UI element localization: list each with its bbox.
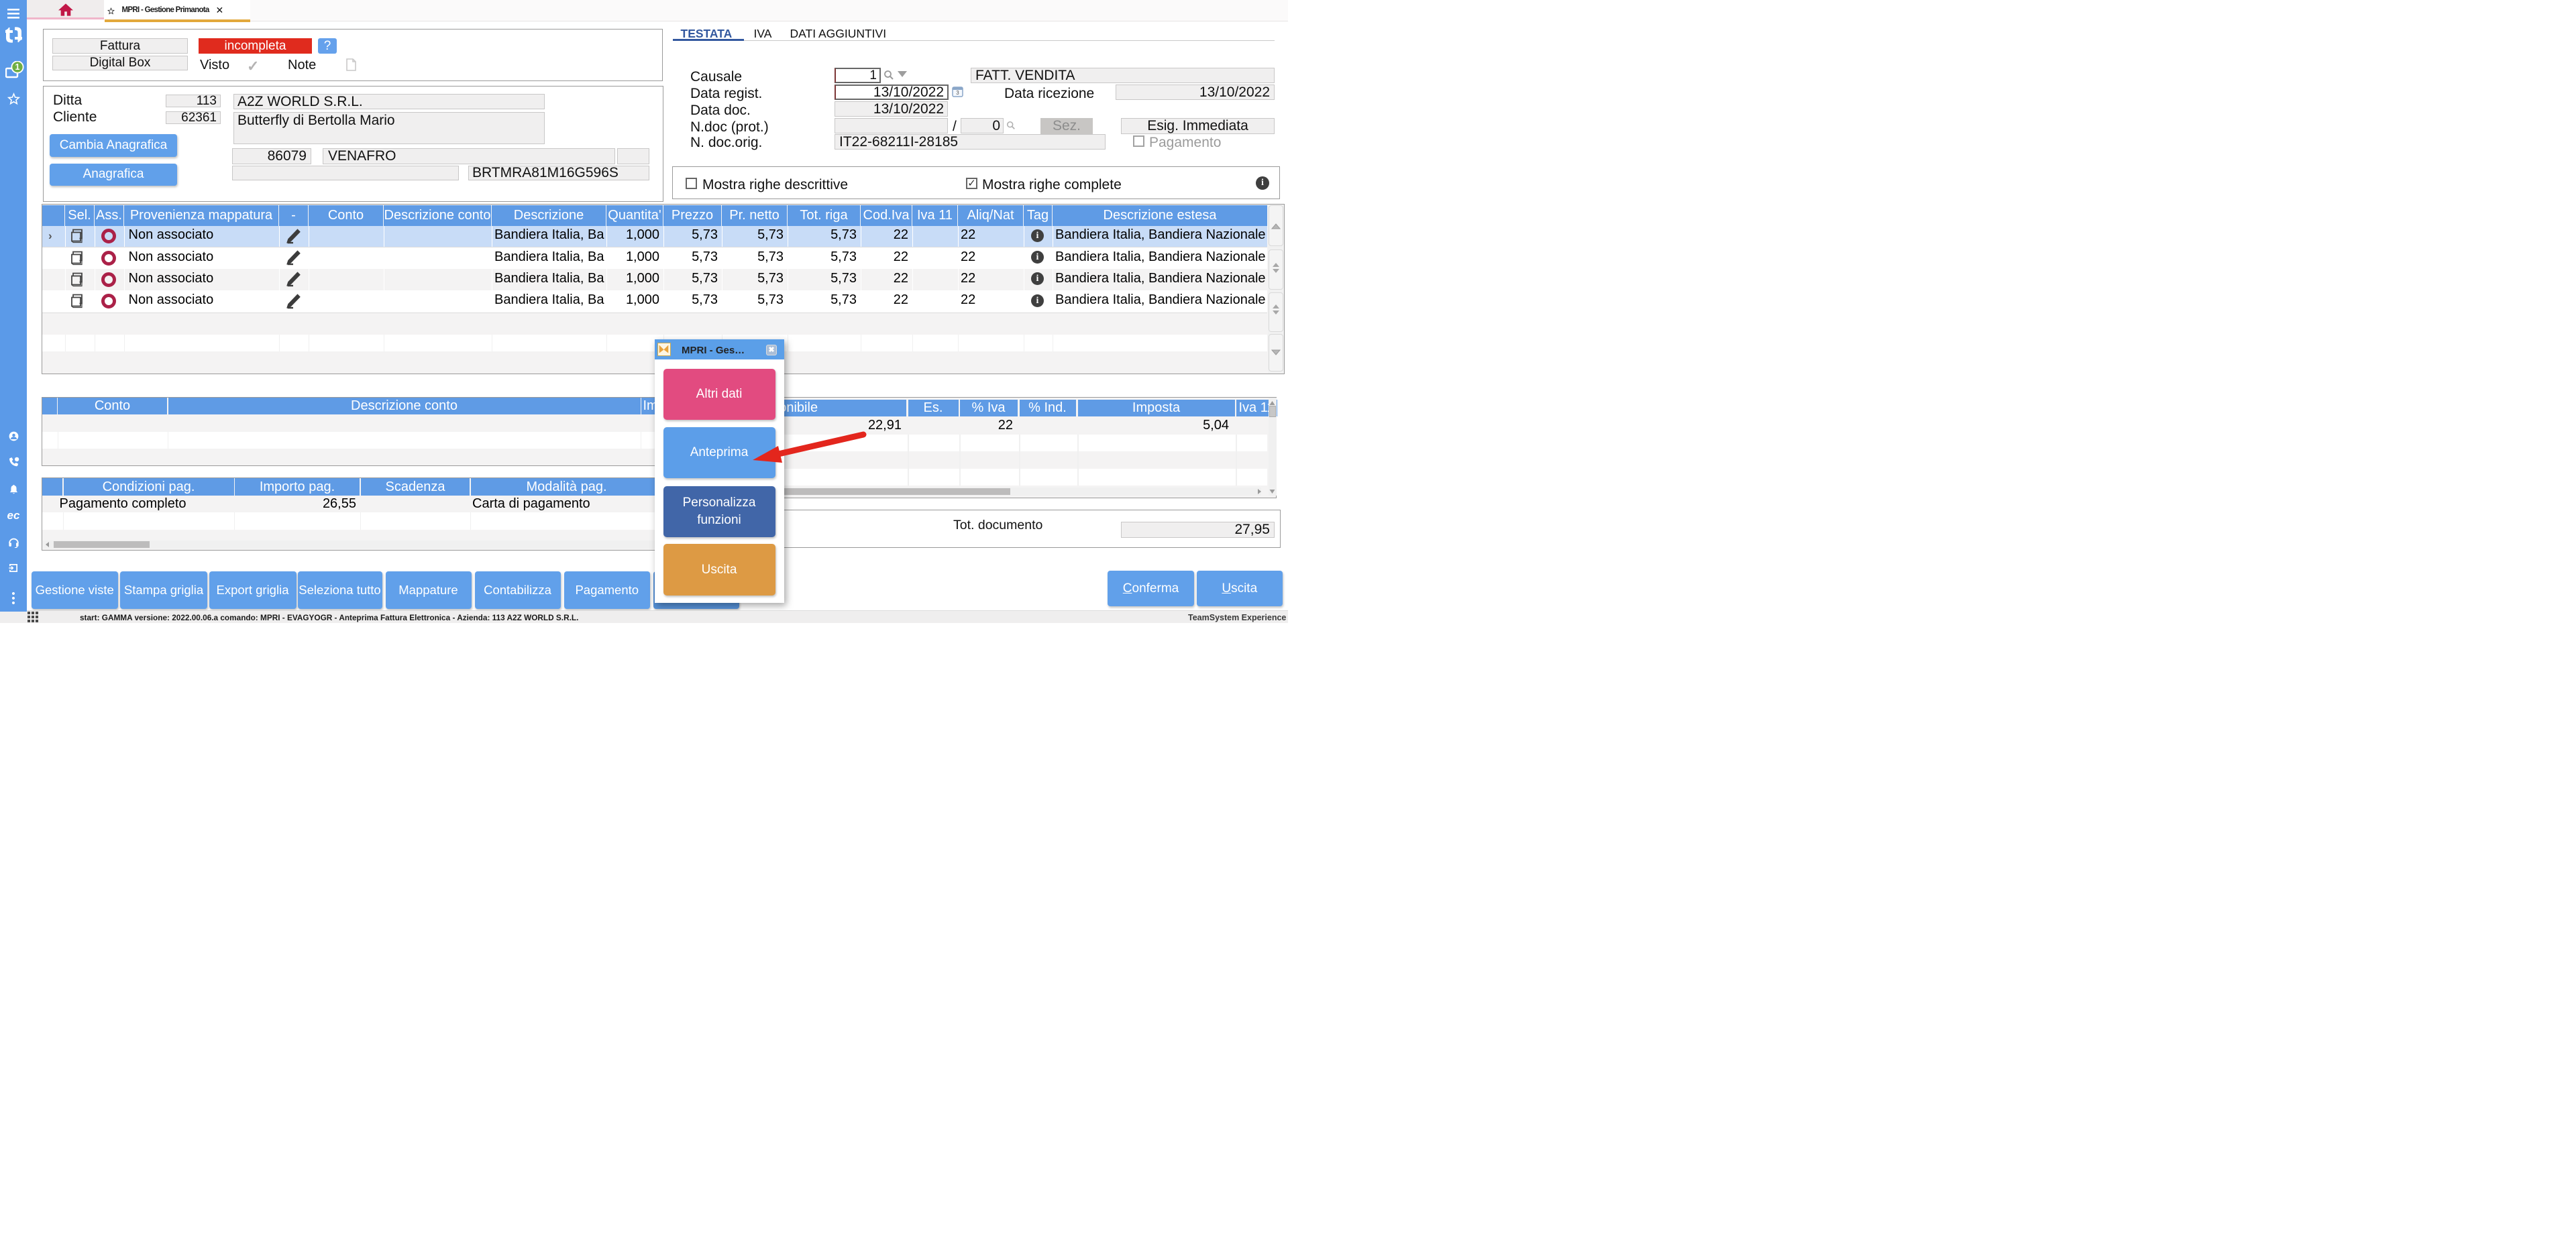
svg-text:3: 3 [956,90,959,96]
svg-text:1: 1 [15,62,20,72]
